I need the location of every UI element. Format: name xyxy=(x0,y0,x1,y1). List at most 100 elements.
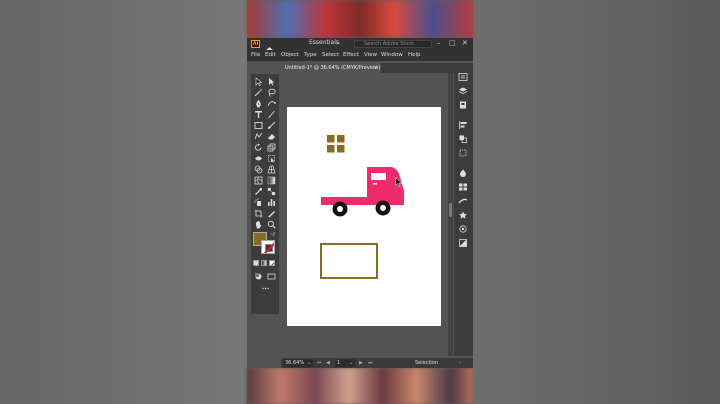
pen-icon[interactable] xyxy=(254,99,263,108)
pathfinder-icon[interactable] xyxy=(458,135,468,143)
mesh-icon[interactable] xyxy=(254,176,263,185)
illustrator-window: Ai Essentials ⌄ Search Adobe Stock – □ ✕… xyxy=(247,38,473,368)
width-icon[interactable] xyxy=(254,154,263,163)
slice-icon[interactable] xyxy=(267,209,276,218)
swap-fill-stroke-icon[interactable]: ↺ xyxy=(271,232,275,238)
menu-file[interactable]: File xyxy=(251,52,260,58)
minimize-button[interactable]: – xyxy=(437,38,441,49)
swatches-icon[interactable] xyxy=(458,183,468,191)
edit-toolbar-icon[interactable] xyxy=(261,284,270,293)
libraries-icon[interactable] xyxy=(458,101,468,109)
align-icon[interactable] xyxy=(458,121,468,129)
next-artboard-icon[interactable]: ▶ xyxy=(359,358,363,368)
truck-shape[interactable] xyxy=(321,167,404,217)
document-tab-label: Untitled-1* @ 36.64% (CMYK/Preview) xyxy=(285,65,381,71)
selection-icon[interactable] xyxy=(254,77,263,86)
menu-help[interactable]: Help xyxy=(408,52,421,58)
right-backdrop xyxy=(473,0,720,404)
appearance-icon[interactable] xyxy=(458,225,468,233)
rectangle-shape[interactable] xyxy=(320,243,378,279)
chevron-down-icon[interactable]: ⌄ xyxy=(336,39,341,46)
type-icon[interactable] xyxy=(254,110,263,119)
stock-search-input[interactable]: Search Adobe Stock xyxy=(354,40,432,57)
menu-bar: File Edit Object Type Select Effect View… xyxy=(247,50,473,61)
chevron-down-icon[interactable]: ⌄ xyxy=(349,359,353,367)
rectangle-icon[interactable] xyxy=(254,121,263,130)
maximize-button[interactable]: □ xyxy=(449,38,456,49)
shaper-icon[interactable] xyxy=(254,132,263,141)
perspective-grid-icon[interactable] xyxy=(267,165,276,174)
zoom-level-field[interactable]: 36.64% ⌄ xyxy=(283,359,313,367)
app-logo: Ai xyxy=(251,40,260,48)
last-artboard-icon[interactable]: ⏭ xyxy=(368,358,373,368)
document-tab[interactable]: Untitled-1* @ 36.64% (CMYK/Preview) × xyxy=(281,63,381,73)
title-bar: Ai Essentials ⌄ Search Adobe Stock – □ ✕ xyxy=(247,38,473,57)
gradient-icon[interactable] xyxy=(267,176,276,185)
brushes-icon[interactable] xyxy=(458,197,468,205)
close-button[interactable]: ✕ xyxy=(462,38,468,49)
left-backdrop xyxy=(0,0,247,404)
tools-panel: ↺ xyxy=(251,74,279,314)
search-icon xyxy=(357,42,362,57)
home-icon[interactable] xyxy=(265,40,274,55)
magic-wand-icon[interactable] xyxy=(254,88,263,97)
background-photo-bottom xyxy=(247,368,473,404)
stroke-color-swatch[interactable] xyxy=(261,240,275,254)
artwork-layer xyxy=(320,135,404,279)
first-artboard-icon[interactable]: ⏮ xyxy=(317,358,322,368)
artboard-number-text: 1 xyxy=(337,360,341,366)
menu-edit[interactable]: Edit xyxy=(265,52,276,58)
canvas[interactable] xyxy=(281,73,446,356)
artboard-icon[interactable] xyxy=(254,209,263,218)
paintbrush-icon[interactable] xyxy=(267,121,276,130)
layers-icon[interactable] xyxy=(458,87,468,95)
artboard[interactable] xyxy=(287,107,441,326)
scrollbar-thumb[interactable] xyxy=(449,203,452,217)
mouse-cursor-icon xyxy=(395,177,403,187)
draw-mode-icon[interactable] xyxy=(254,272,263,281)
gradient-mode-icon[interactable] xyxy=(261,260,267,266)
direct-selection-icon[interactable] xyxy=(267,77,276,86)
curvature-icon[interactable] xyxy=(267,99,276,108)
eraser-icon[interactable] xyxy=(267,132,276,141)
zoom-icon[interactable] xyxy=(267,220,276,229)
menu-type[interactable]: Type xyxy=(304,52,317,58)
color-mode-icon[interactable] xyxy=(253,260,259,266)
zoom-level-text: 36.64% xyxy=(285,360,305,366)
previous-artboard-icon[interactable]: ◀ xyxy=(326,358,330,368)
status-menu-icon[interactable]: › xyxy=(459,358,461,368)
document-tab-bar: Untitled-1* @ 36.64% (CMYK/Preview) × xyxy=(281,63,454,73)
free-transform-icon[interactable] xyxy=(267,154,276,163)
line-segment-icon[interactable] xyxy=(267,110,276,119)
menu-view[interactable]: View xyxy=(364,52,377,58)
workspace-label[interactable]: Essentials xyxy=(309,39,339,46)
blend-icon[interactable] xyxy=(267,187,276,196)
properties-icon[interactable] xyxy=(458,73,468,81)
none-mode-icon[interactable] xyxy=(269,260,275,266)
color-icon[interactable] xyxy=(458,169,468,177)
status-bar: 36.64% ⌄ ⏮ ◀ 1 ⌄ ▶ ⏭ Selection › xyxy=(281,358,473,368)
hand-icon[interactable] xyxy=(254,220,263,229)
screen-mode-icon[interactable] xyxy=(267,272,276,281)
current-tool-text: Selection xyxy=(415,360,439,366)
eyedropper-icon[interactable] xyxy=(254,187,263,196)
menu-effect[interactable]: Effect xyxy=(343,52,359,58)
menu-select[interactable]: Select xyxy=(322,52,339,58)
scale-icon[interactable] xyxy=(267,143,276,152)
workspace-switcher-icon[interactable] xyxy=(291,41,299,56)
rotate-icon[interactable] xyxy=(254,143,263,152)
symbols-icon[interactable] xyxy=(458,211,468,219)
transform-icon[interactable] xyxy=(458,149,468,157)
lasso-icon[interactable] xyxy=(267,88,276,97)
menu-object[interactable]: Object xyxy=(281,52,299,58)
column-graph-icon[interactable] xyxy=(267,198,276,207)
menu-window[interactable]: Window xyxy=(381,52,403,58)
artboard-number-field[interactable]: 1 ⌄ xyxy=(335,359,355,367)
symbol-sprayer-icon[interactable] xyxy=(254,198,263,207)
chevron-down-icon[interactable]: ⌄ xyxy=(307,359,311,367)
graphic-styles-icon[interactable] xyxy=(458,239,468,247)
shape-builder-icon[interactable] xyxy=(254,165,263,174)
grid-shape[interactable] xyxy=(327,135,345,153)
close-tab-icon[interactable]: × xyxy=(373,64,378,71)
vertical-scrollbar[interactable] xyxy=(448,73,453,356)
